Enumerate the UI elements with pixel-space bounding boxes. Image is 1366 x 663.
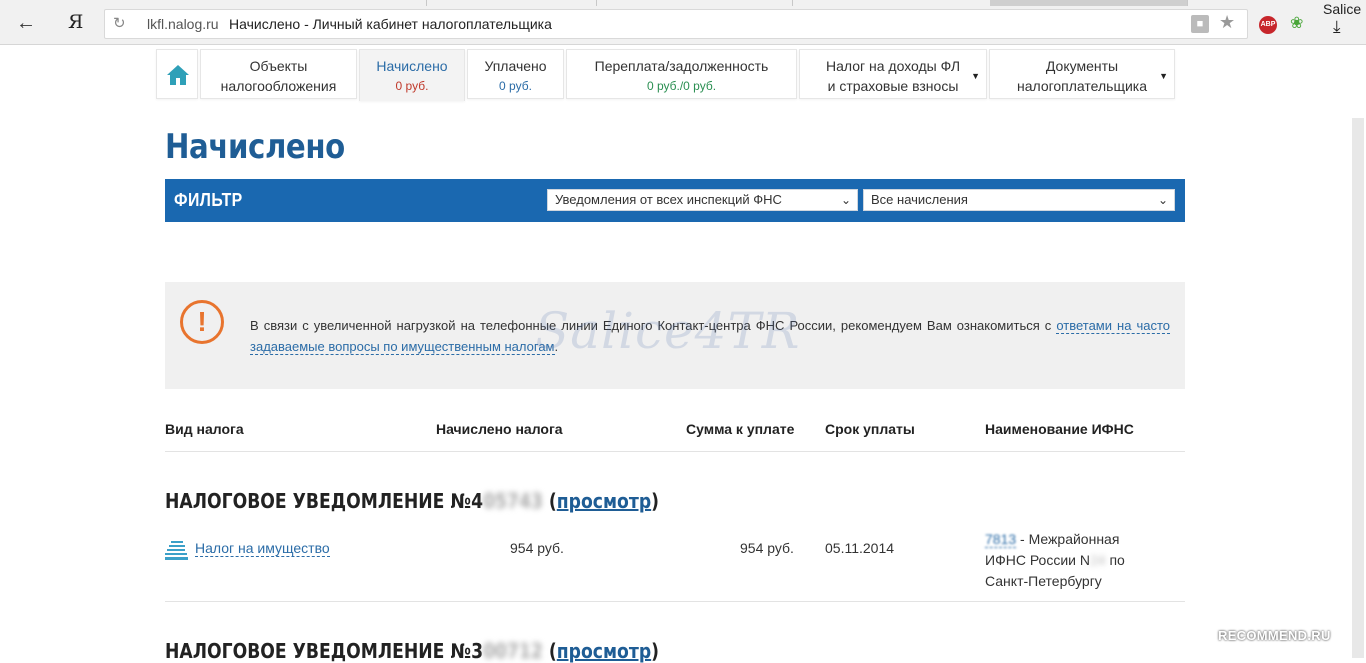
row-divider [165, 601, 1185, 602]
user-label: Salice [1323, 1, 1362, 17]
accrued-amount: 954 руб. [510, 540, 564, 556]
home-icon [167, 65, 189, 85]
inspection-select[interactable]: Уведомления от всех инспекций ФНС ⌄ [547, 189, 858, 211]
image-watermark: Salice4TR [535, 302, 801, 360]
url-domain: lkfl.nalog.ru [147, 16, 219, 32]
scrollbar[interactable] [1352, 118, 1364, 658]
property-tax-icon [165, 541, 188, 560]
filter-label: ФИЛЬТР [174, 190, 243, 210]
tax-notification-title: НАЛОГОВОЕ УВЕДОМЛЕНИЕ №300712 (просмотр) [165, 639, 660, 663]
view-link[interactable]: просмотр [557, 489, 651, 513]
tab-objects-label1: Объекты [249, 58, 308, 74]
tab-paid-sum: 0 руб. [499, 79, 532, 93]
bookmark-star-icon[interactable]: ★ [1219, 12, 1235, 33]
chevron-down-icon: ▼ [1159, 71, 1168, 81]
tab-overpayment-label: Переплата/задолженность [594, 58, 769, 74]
back-arrow-icon[interactable]: ← [16, 12, 38, 34]
tab-overpayment-sum: 0 руб./0 руб. [646, 79, 717, 93]
tab-strip [200, 0, 1200, 6]
col-header-tax-type: Вид налога [165, 421, 244, 437]
col-header-accrued: Начислено налога [436, 421, 563, 437]
download-icon[interactable]: ⤓ [1333, 17, 1341, 37]
tab-accrued-label: Начислено [376, 58, 448, 74]
chevron-down-icon: ⌄ [1157, 193, 1168, 207]
lock-icon[interactable]: ■ [1191, 15, 1209, 33]
to-pay-amount: 954 руб. [740, 540, 794, 556]
yandex-logo-icon[interactable]: Я [68, 11, 83, 33]
tax-notification-title: НАЛОГОВОЕ УВЕДОМЛЕНИЕ №405743 (просмотр) [165, 489, 660, 513]
tab-documents-label2: налогоплательщика [1016, 78, 1148, 94]
header-divider [165, 451, 1185, 452]
tab-income-tax-label1: Налог на доходы ФЛ [825, 58, 961, 74]
ifns-line1: - Межрайонная [1016, 531, 1120, 547]
notification-number-hidden: 00712 [483, 639, 543, 663]
ifns-number-hidden: 24 [1089, 552, 1106, 568]
address-bar[interactable]: ↻ lkfl.nalog.ru Начислено - Личный кабин… [104, 9, 1248, 39]
adblock-icon[interactable]: ABP [1259, 16, 1277, 34]
accrual-select[interactable]: Все начисления ⌄ [863, 189, 1175, 211]
ifns-code-link[interactable]: 7813 [985, 531, 1017, 548]
tax-type-link[interactable]: Налог на имущество [195, 540, 330, 557]
url-page-title: Начислено - Личный кабинет налогоплатель… [229, 16, 552, 32]
view-link[interactable]: просмотр [557, 639, 651, 663]
tab-documents[interactable]: Документы налогоплательщика ▼ [989, 49, 1175, 99]
tab-objects-label2: налогообложения [220, 78, 337, 94]
col-header-to-pay: Сумма к уплате [686, 421, 795, 437]
tab-overpayment[interactable]: Переплата/задолженность 0 руб./0 руб. [566, 49, 797, 99]
chevron-down-icon: ▼ [971, 71, 980, 81]
tab-documents-label1: Документы [1045, 58, 1119, 74]
tab-income-tax-label2: и страховые взносы [827, 78, 959, 94]
ifns-line3: Санкт-Петербургу [985, 573, 1102, 589]
col-header-ifns-name: Наименование ИФНС [985, 421, 1134, 437]
notification-number-hidden: 05743 [483, 489, 543, 513]
warning-icon: ! [180, 300, 224, 344]
notification-number: НАЛОГОВОЕ УВЕДОМЛЕНИЕ №4 [165, 489, 484, 513]
home-button[interactable] [156, 49, 198, 99]
col-header-due-date: Срок уплаты [825, 421, 915, 437]
tab-accrued[interactable]: Начислено 0 руб. [359, 49, 465, 101]
sprout-extension-icon[interactable]: ❀ [1290, 13, 1303, 33]
table-row: Налог на имущество [195, 540, 330, 557]
ifns-line2: ИФНС России N [985, 552, 1090, 568]
recommend-watermark: RECOMMEND.RU [1218, 628, 1331, 643]
ifns-line2-end: по [1109, 552, 1125, 568]
tab-paid-label: Уплачено [484, 58, 547, 74]
reload-icon[interactable]: ↻ [113, 14, 126, 32]
tab-accrued-sum: 0 руб. [395, 79, 429, 93]
tab-income-tax[interactable]: Налог на доходы ФЛ и страховые взносы ▼ [799, 49, 987, 99]
ifns-name: 7813 - Межрайонная ИФНС России N24 по Са… [985, 529, 1155, 592]
filter-bar: ФИЛЬТР Уведомления от всех инспекций ФНС… [165, 179, 1185, 222]
inspection-select-value: Уведомления от всех инспекций ФНС [555, 192, 782, 207]
notification-number: НАЛОГОВОЕ УВЕДОМЛЕНИЕ №3 [165, 639, 484, 663]
tab-paid[interactable]: Уплачено 0 руб. [467, 49, 564, 99]
due-date: 05.11.2014 [825, 540, 895, 556]
browser-toolbar: ← Я ↻ lkfl.nalog.ru Начислено - Личный к… [0, 0, 1366, 45]
page-title: Начислено [165, 127, 345, 167]
accrual-select-value: Все начисления [871, 192, 968, 207]
chevron-down-icon: ⌄ [840, 193, 851, 207]
tab-objects[interactable]: Объекты налогообложения [200, 49, 357, 99]
